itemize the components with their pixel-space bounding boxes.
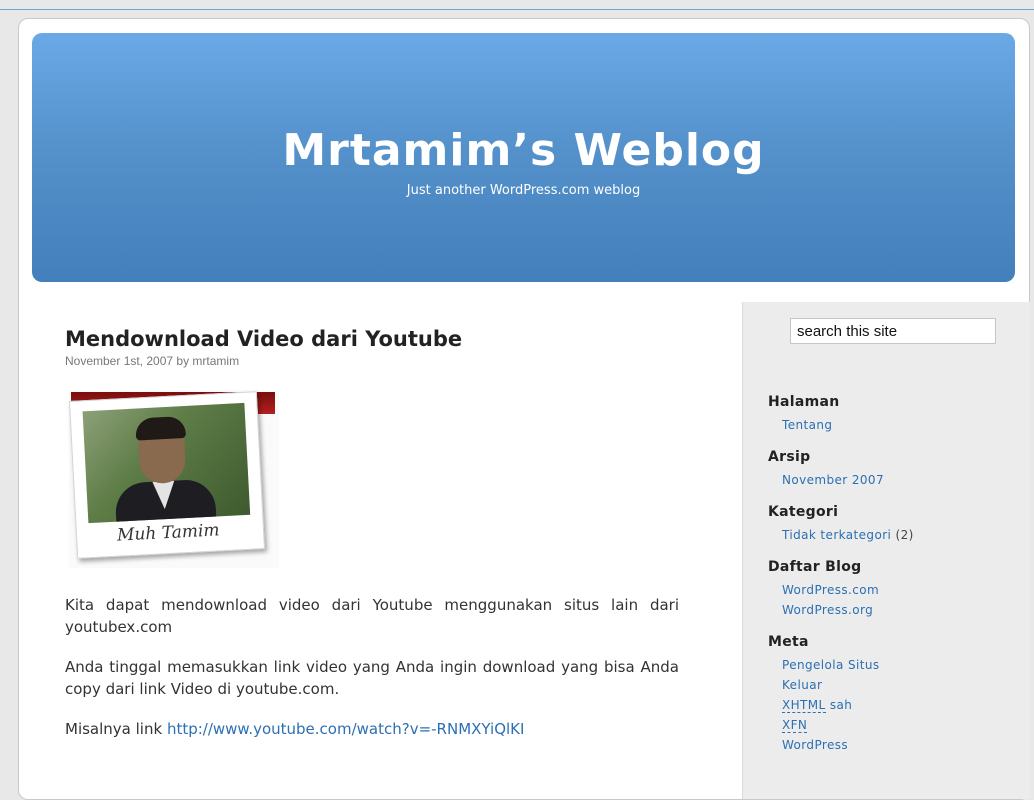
post-paragraph-1: Kita dapat mendownload video dari Youtub… <box>65 596 679 636</box>
widget-title-kategori: Kategori <box>768 504 839 520</box>
page-container: Mrtamim’s Weblog Just another WordPress.… <box>18 18 1030 800</box>
photo-signature: Muh Tamim <box>116 520 221 546</box>
main-content: Mendownload Video dari Youtube November … <box>65 319 685 758</box>
blog-header: Mrtamim’s Weblog Just another WordPress.… <box>32 33 1015 282</box>
sidebar-link-november-2007[interactable]: November 2007 <box>782 473 884 487</box>
search-input[interactable] <box>790 318 996 344</box>
post-title[interactable]: Mendownload Video dari Youtube <box>65 319 685 351</box>
sidebar-link-wordpress-com[interactable]: WordPress.com <box>782 583 879 597</box>
portrait-image <box>82 402 251 524</box>
widget-title-arsip: Arsip <box>768 449 811 465</box>
sidebar-link-tidak-terkategori[interactable]: Tidak terkategori <box>782 528 891 542</box>
widget-daftar-blog: Daftar Blog WordPress.com WordPress.org <box>768 559 1008 620</box>
widget-title-daftar-blog: Daftar Blog <box>768 559 862 575</box>
sidebar-link-wordpress[interactable]: WordPress <box>782 738 848 752</box>
widget-kategori: Kategori Tidak terkategori (2) <box>768 504 1008 545</box>
sidebar-link-tentang[interactable]: Tentang <box>782 418 832 432</box>
category-count: (2) <box>895 528 914 542</box>
post-paragraph-3: Misalnya link http://www.youtube.com/wat… <box>65 718 679 740</box>
sidebar-link-xfn[interactable]: XFN <box>782 718 808 733</box>
sidebar-widgets: Halaman Tentang Arsip November 2007 Kate… <box>768 394 1008 769</box>
post-meta: November 1st, 2007 by mrtamim <box>65 354 240 368</box>
browser-top-border <box>0 0 1034 10</box>
photo-card: Muh Tamim <box>68 391 266 559</box>
example-prefix: Misalnya link <box>65 720 167 738</box>
sidebar: Halaman Tentang Arsip November 2007 Kate… <box>742 302 1030 799</box>
youtube-link[interactable]: http://www.youtube.com/watch?v=-RNMXYiQl… <box>167 720 525 738</box>
author-photo: Muh Tamim <box>68 390 279 568</box>
widget-meta: Meta Pengelola Situs Keluar XHTML sah XF… <box>768 634 1008 755</box>
sidebar-link-keluar[interactable]: Keluar <box>782 678 822 692</box>
sidebar-link-wordpress-org[interactable]: WordPress.org <box>782 603 873 617</box>
post-body: Kita dapat mendownload video dari Youtub… <box>65 594 679 740</box>
blog-description: Just another WordPress.com weblog <box>406 183 641 198</box>
widget-title-meta: Meta <box>768 634 809 650</box>
sidebar-link-xhtml[interactable]: XHTML sah <box>782 698 852 713</box>
sidebar-link-pengelola-situs[interactable]: Pengelola Situs <box>782 658 880 672</box>
widget-title-halaman: Halaman <box>768 394 840 410</box>
blog-title[interactable]: Mrtamim’s Weblog <box>32 125 1015 176</box>
post-paragraph-2: Anda tinggal memasukkan link video yang … <box>65 658 679 698</box>
widget-arsip: Arsip November 2007 <box>768 449 1008 490</box>
widget-halaman: Halaman Tentang <box>768 394 1008 435</box>
